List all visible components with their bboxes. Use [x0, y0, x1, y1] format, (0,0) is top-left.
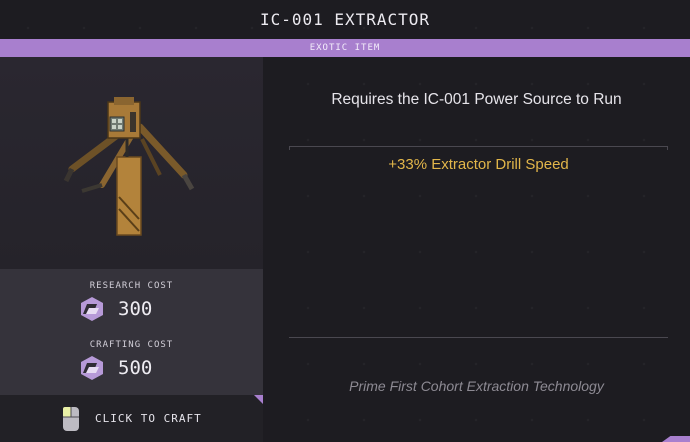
effects-box: +33% Extractor Drill Speed — [289, 146, 668, 338]
requirement-text: Requires the IC-001 Power Source to Run — [331, 91, 622, 108]
flavor-text: Prime First Cohort Extraction Technology — [349, 378, 604, 394]
item-details-panel: Requires the IC-001 Power Source to Run … — [263, 57, 690, 442]
research-cost-row: 300 — [78, 294, 152, 324]
item-left-panel: RESEARCH COST 300 CRAFTING COST 500 CLIC… — [0, 57, 263, 442]
craft-button[interactable]: CLICK TO CRAFT — [0, 395, 263, 442]
crafting-cost-row: 500 — [78, 353, 152, 383]
crafting-cost-label: CRAFTING COST — [89, 340, 174, 350]
craft-button-label: CLICK TO CRAFT — [95, 412, 202, 425]
cost-panel: RESEARCH COST 300 CRAFTING COST 500 — [0, 269, 263, 395]
rarity-banner: EXOTIC ITEM — [0, 39, 690, 57]
title-bar: IC-001 EXTRACTOR — [0, 0, 690, 39]
effect-line: +33% Extractor Drill Speed — [388, 156, 569, 173]
rarity-label: EXOTIC ITEM — [309, 43, 381, 53]
panel-corner-accent — [662, 436, 690, 442]
item-preview — [0, 57, 263, 269]
hex-crystal-icon — [81, 356, 103, 380]
extractor-image — [63, 97, 195, 236]
mouse-left-click-icon — [63, 406, 79, 431]
research-cost-value: 300 — [118, 298, 153, 320]
research-cost-label: RESEARCH COST — [89, 281, 174, 291]
panel-corner-accent — [254, 395, 263, 404]
crafting-cost-value: 500 — [118, 357, 153, 379]
item-title: IC-001 EXTRACTOR — [259, 10, 431, 29]
hex-crystal-icon — [81, 297, 103, 321]
